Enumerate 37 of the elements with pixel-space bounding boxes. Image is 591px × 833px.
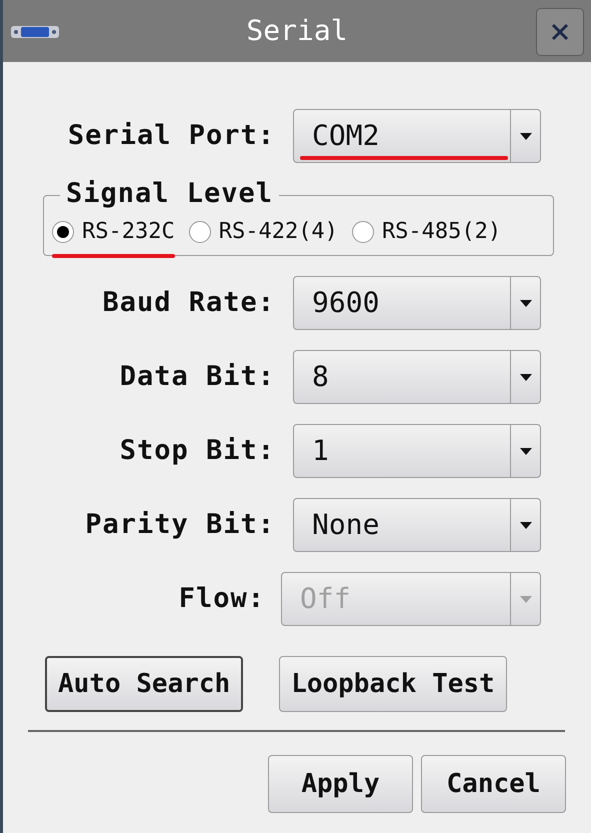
action-button[interactable]: Auto Search	[45, 656, 244, 712]
dropdown-value: 1	[311, 433, 330, 469]
field-label: Stop Bit:	[120, 434, 275, 468]
field-label: Parity Bit:	[85, 508, 275, 542]
dropdown[interactable]: 8	[293, 350, 541, 404]
radio-option[interactable]: RS-422(4)	[188, 215, 338, 258]
dropdown-value: 9600	[311, 285, 380, 321]
dialog-button[interactable]: Cancel	[421, 755, 566, 813]
caret-icon	[520, 522, 532, 528]
field-label: Data Bit:	[120, 360, 275, 394]
window-title: Serial	[246, 13, 348, 49]
dropdown[interactable]: 1	[293, 424, 541, 478]
radio-button[interactable]	[352, 220, 374, 242]
dialog-button[interactable]: Apply	[268, 755, 413, 813]
radio-button[interactable]	[188, 220, 211, 242]
caret-icon	[520, 596, 532, 602]
radio-option[interactable]: RS-485(2)	[352, 215, 502, 258]
dropdown[interactable]: None	[293, 498, 541, 552]
action-button[interactable]: Loopback Test	[279, 656, 507, 712]
dropdown[interactable]: 9600	[293, 276, 541, 330]
radio-button[interactable]	[52, 220, 74, 242]
field-label: Flow:	[178, 582, 265, 616]
serial-port-icon	[11, 24, 59, 40]
close-icon	[551, 23, 569, 41]
field-label: Serial Port:	[68, 118, 275, 153]
caret-icon	[520, 448, 532, 454]
caret-icon	[520, 374, 532, 380]
caret-icon	[520, 132, 532, 140]
field-label: Baud Rate:	[102, 286, 275, 320]
close-button[interactable]	[536, 8, 584, 56]
dropdown-value: Off	[299, 581, 352, 617]
caret-icon	[520, 300, 532, 306]
dropdown-value: None	[311, 507, 380, 543]
dropdown-value: COM2	[311, 118, 380, 154]
dropdown[interactable]: COM2	[293, 109, 541, 163]
radio-option[interactable]: RS-232C	[52, 215, 175, 258]
dropdown-value: 8	[311, 359, 330, 395]
